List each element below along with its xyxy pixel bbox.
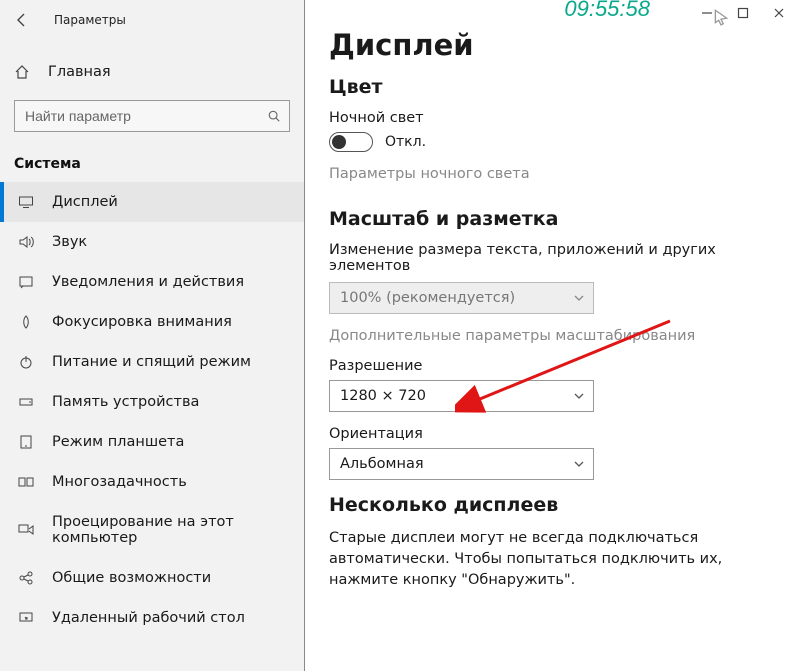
storage-icon	[18, 394, 34, 410]
sidebar-item-label: Питание и спящий режим	[52, 354, 251, 370]
resolution-label: Разрешение	[329, 358, 776, 374]
clock-overlay: 09:55:58	[564, 0, 650, 22]
search-wrap	[0, 90, 304, 142]
sidebar-item-storage[interactable]: Память устройства	[0, 382, 304, 422]
chevron-down-icon	[573, 292, 585, 304]
search-icon	[267, 109, 281, 123]
sidebar-item-display[interactable]: Дисплей	[0, 182, 304, 222]
nav-home-label: Главная	[48, 64, 111, 80]
night-light-toggle[interactable]	[329, 132, 373, 152]
sidebar-item-label: Многозадачность	[52, 474, 187, 490]
sidebar-item-label: Память устройства	[52, 394, 199, 410]
remote-icon	[18, 610, 34, 626]
sidebar-item-multitask[interactable]: Многозадачность	[0, 462, 304, 502]
app-title: Параметры	[54, 13, 126, 27]
sidebar-item-tablet[interactable]: Режим планшета	[0, 422, 304, 462]
sidebar-item-label: Проецирование на этот компьютер	[52, 514, 290, 546]
nav-home[interactable]: Главная	[0, 54, 304, 90]
main-content: 09:55:58 Дисплей Цвет Ночной свет Откл. …	[305, 0, 800, 671]
sidebar-item-label: Уведомления и действия	[52, 274, 244, 290]
toggle-state-label: Откл.	[385, 134, 426, 150]
minimize-button[interactable]	[700, 6, 714, 20]
sidebar-item-label: Фокусировка внимания	[52, 314, 232, 330]
scale-value: 100% (рекомендуется)	[340, 290, 515, 306]
multidisplay-description: Старые дисплеи могут не всегда подключат…	[329, 528, 776, 591]
back-button[interactable]	[14, 12, 30, 28]
advanced-scale-link[interactable]: Дополнительные параметры масштабирования	[329, 328, 776, 344]
scale-description: Изменение размера текста, приложений и д…	[329, 242, 776, 274]
sidebar-nav: Дисплей Звук Уведомления и действия Фоку…	[0, 182, 304, 638]
shared-icon	[18, 570, 34, 586]
sidebar-item-remote[interactable]: Удаленный рабочий стол	[0, 598, 304, 638]
page-title: Дисплей	[329, 28, 776, 62]
sidebar-item-label: Дисплей	[52, 194, 118, 210]
power-icon	[18, 354, 34, 370]
section-color: Цвет	[329, 76, 776, 98]
sound-icon	[18, 234, 34, 250]
sidebar-item-focus[interactable]: Фокусировка внимания	[0, 302, 304, 342]
resolution-value: 1280 × 720	[340, 388, 426, 404]
sidebar-item-label: Звук	[52, 234, 87, 250]
sidebar-item-label: Режим планшета	[52, 434, 184, 450]
notify-icon	[18, 274, 34, 290]
search-input[interactable]	[15, 108, 289, 124]
search-box[interactable]	[14, 100, 290, 132]
night-light-settings-link[interactable]: Параметры ночного света	[329, 166, 530, 182]
multitask-icon	[18, 474, 34, 490]
sidebar-item-power[interactable]: Питание и спящий режим	[0, 342, 304, 382]
sidebar-item-notify[interactable]: Уведомления и действия	[0, 262, 304, 302]
sidebar: Параметры Главная Система Дисплей	[0, 0, 305, 671]
chevron-down-icon	[573, 390, 585, 402]
sidebar-item-label: Общие возможности	[52, 570, 211, 586]
night-light-toggle-row: Откл.	[329, 132, 776, 152]
close-button[interactable]	[772, 6, 786, 20]
sidebar-header: Параметры	[0, 0, 304, 40]
sidebar-item-shared[interactable]: Общие возможности	[0, 558, 304, 598]
scale-dropdown[interactable]: 100% (рекомендуется)	[329, 282, 594, 314]
sidebar-item-project[interactable]: Проецирование на этот компьютер	[0, 502, 304, 558]
window-chrome	[686, 0, 800, 26]
tablet-icon	[18, 434, 34, 450]
display-icon	[18, 194, 34, 210]
home-icon	[14, 64, 30, 80]
project-icon	[18, 522, 34, 538]
section-multidisplay: Несколько дисплеев	[329, 494, 776, 516]
night-light-label: Ночной свет	[329, 110, 776, 126]
sidebar-item-sound[interactable]: Звук	[0, 222, 304, 262]
orientation-value: Альбомная	[340, 456, 424, 472]
focus-icon	[18, 314, 34, 330]
orientation-label: Ориентация	[329, 426, 776, 442]
section-scale: Масштаб и разметка	[329, 208, 776, 230]
sidebar-category: Система	[0, 142, 304, 178]
orientation-dropdown[interactable]: Альбомная	[329, 448, 594, 480]
chevron-down-icon	[573, 458, 585, 470]
sidebar-item-label: Удаленный рабочий стол	[52, 610, 245, 626]
maximize-button[interactable]	[736, 6, 750, 20]
resolution-dropdown[interactable]: 1280 × 720	[329, 380, 594, 412]
